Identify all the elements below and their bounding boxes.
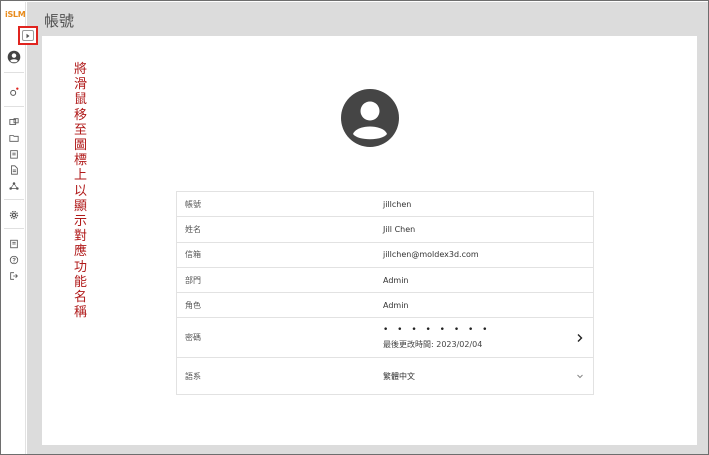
account-card: 將滑鼠移至圖標上以顯示對應功能名稱 帳號 jillchen 姓名 Jill Ch…: [42, 36, 697, 445]
row-label: 角色: [185, 300, 201, 310]
settings-icon[interactable]: [8, 209, 20, 221]
sidebar-divider: [4, 228, 24, 229]
network-icon[interactable]: [8, 180, 20, 192]
gallery-icon[interactable]: [8, 116, 20, 128]
password-mask: • • • • • • • •: [383, 324, 491, 335]
language-row[interactable]: 語系 繁體中文: [177, 358, 593, 394]
row-label: 部門: [185, 275, 201, 285]
chevron-right-icon[interactable]: [575, 333, 585, 343]
sidebar: iSLM: [2, 2, 26, 454]
sidebar-divider: [4, 199, 24, 200]
password-value: • • • • • • • • 最後更改時間: 2023/02/04: [383, 324, 593, 350]
sidebar-divider: [4, 106, 24, 107]
name-row: 姓名 Jill Chen: [177, 217, 593, 243]
profile-avatar-icon: [340, 88, 400, 148]
password-row[interactable]: 密碼 • • • • • • • • 最後更改時間: 2023/02/04: [177, 318, 593, 359]
expand-icon: [22, 30, 34, 41]
row-label: 語系: [185, 371, 201, 381]
row-label: 帳號: [185, 199, 201, 209]
row-value: Jill Chen: [383, 224, 416, 234]
row-label: 密碼: [185, 333, 201, 343]
sidebar-expand-button[interactable]: [18, 26, 38, 45]
account-info-table: 帳號 jillchen 姓名 Jill Chen 信箱 jillchen@mol…: [176, 191, 594, 396]
row-label: 姓名: [185, 224, 201, 234]
row-value: Admin: [383, 300, 409, 310]
sidebar-divider: [4, 72, 24, 73]
book-icon[interactable]: [8, 238, 20, 250]
logout-icon[interactable]: [8, 270, 20, 282]
main-content: 帳號 將滑鼠移至圖標上以顯示對應功能名稱 帳號 jillchen 姓名 Jill…: [27, 2, 708, 454]
account-row: 帳號 jillchen: [177, 192, 593, 218]
row-value: jillchen@moldex3d.com: [383, 250, 479, 260]
user-icon[interactable]: [7, 50, 21, 64]
department-row: 部門 Admin: [177, 268, 593, 294]
row-label: 信箱: [185, 250, 201, 260]
tooltip-annotation: 將滑鼠移至圖標上以顯示對應功能名稱: [74, 62, 88, 321]
password-last-changed: 最後更改時間: 2023/02/04: [383, 339, 483, 349]
clipboard-icon[interactable]: [8, 148, 20, 160]
document-icon[interactable]: [8, 164, 20, 176]
chevron-down-icon[interactable]: [575, 371, 585, 381]
folder-icon[interactable]: [8, 132, 20, 144]
help-icon[interactable]: [8, 254, 20, 266]
language-select[interactable]: 繁體中文: [383, 371, 593, 382]
role-row: 角色 Admin: [177, 293, 593, 319]
row-value: jillchen: [383, 199, 412, 209]
email-row: 信箱 jillchen@moldex3d.com: [177, 243, 593, 268]
app-window: iSLM 帳號 將滑鼠移至圖標上以顯示對應功能名稱 帳號 jillchen 姓名…: [0, 0, 709, 455]
page-title: 帳號: [44, 12, 75, 30]
sprocket-icon[interactable]: [8, 86, 20, 98]
row-value: Admin: [383, 275, 409, 285]
app-logo: iSLM: [5, 10, 26, 19]
